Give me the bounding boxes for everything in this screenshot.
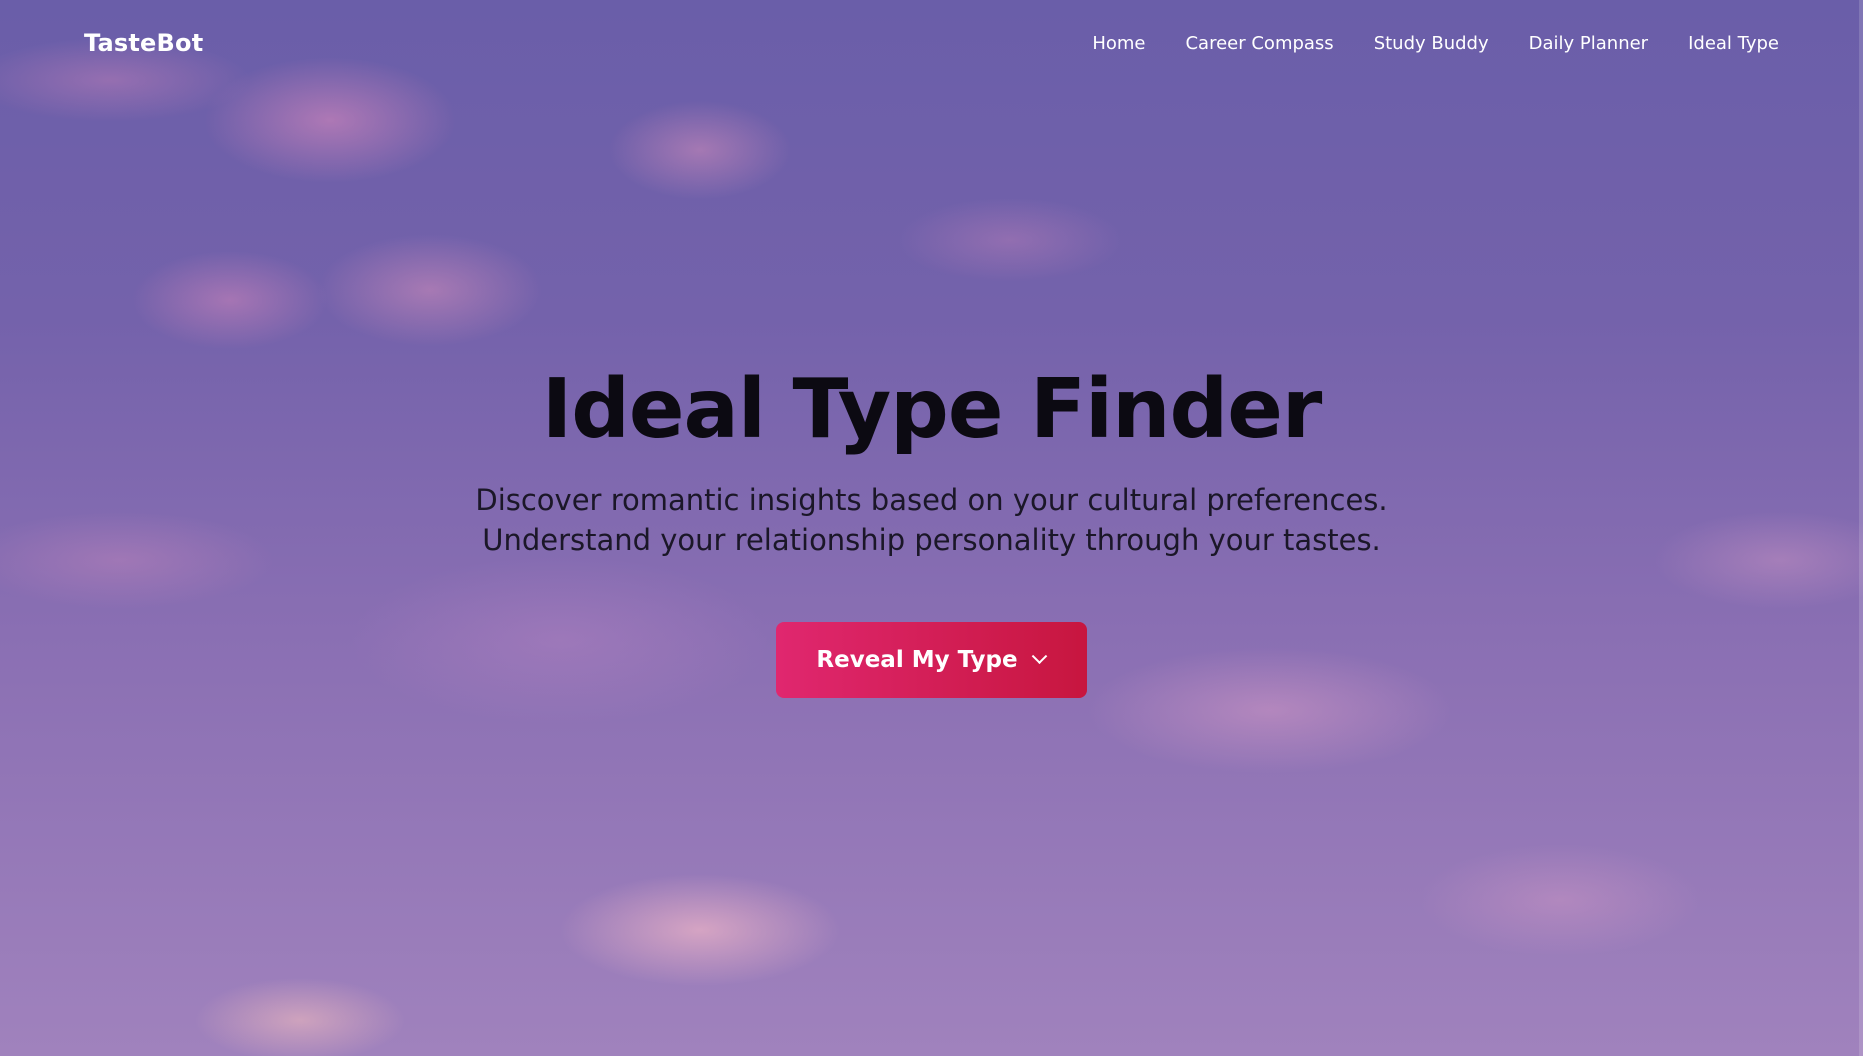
logo[interactable]: TasteBot: [84, 29, 203, 57]
hero-background: TasteBot Home Career Compass Study Buddy…: [0, 0, 1863, 1056]
hero-content: Ideal Type Finder Discover romantic insi…: [0, 360, 1863, 698]
site-header: TasteBot Home Career Compass Study Buddy…: [0, 0, 1863, 86]
subtitle-line-1: Discover romantic insights based on your…: [475, 483, 1388, 517]
nav-ideal-type[interactable]: Ideal Type: [1688, 33, 1779, 54]
subtitle-line-2: Understand your relationship personality…: [482, 523, 1381, 557]
nav-career-compass[interactable]: Career Compass: [1185, 33, 1333, 54]
page-title: Ideal Type Finder: [541, 362, 1323, 457]
reveal-my-type-label: Reveal My Type: [816, 647, 1018, 673]
reveal-my-type-button[interactable]: Reveal My Type: [776, 622, 1087, 698]
nav-study-buddy[interactable]: Study Buddy: [1374, 33, 1489, 54]
main-nav: Home Career Compass Study Buddy Daily Pl…: [1092, 33, 1779, 54]
chevron-down-icon: [1031, 647, 1047, 664]
nav-home[interactable]: Home: [1092, 33, 1145, 54]
scrollbar[interactable]: [1859, 0, 1863, 1056]
hero-subtitle: Discover romantic insights based on your…: [0, 480, 1863, 560]
nav-daily-planner[interactable]: Daily Planner: [1529, 33, 1648, 54]
